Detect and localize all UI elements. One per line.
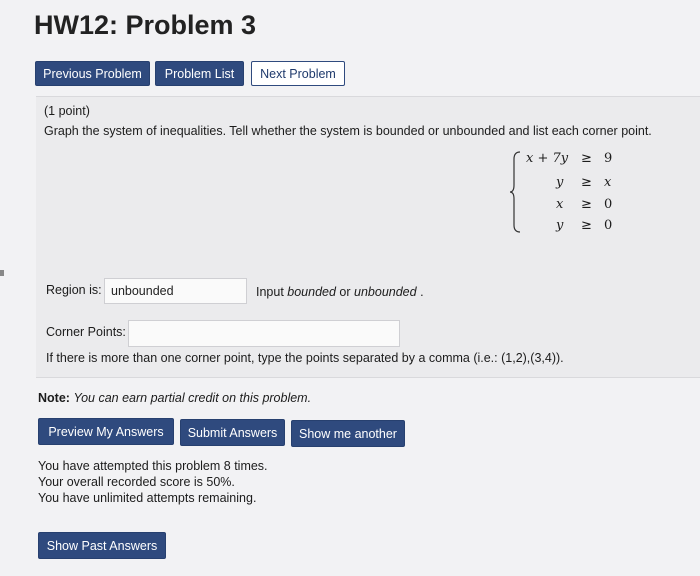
region-label: Region is: (46, 283, 102, 297)
system-row-1-rhs: 9 (604, 151, 613, 166)
system-row-4-rhs: 0 (604, 218, 613, 233)
points-label: (1 point) (44, 104, 90, 118)
region-hint: Input bounded or unbounded . (256, 285, 424, 299)
left-brace-icon (510, 151, 521, 233)
system-row-4-rel: ≥ (581, 218, 592, 233)
region-input[interactable]: unbounded (104, 278, 247, 304)
region-hint-unbounded: unbounded (354, 285, 417, 299)
show-past-answers-button[interactable]: Show Past Answers (38, 532, 166, 559)
corner-points-label: Corner Points: (46, 325, 126, 339)
preview-answers-button[interactable]: Preview My Answers (38, 418, 174, 445)
previous-problem-button[interactable]: Previous Problem (35, 61, 150, 86)
note: Note: You can earn partial credit on thi… (38, 391, 311, 405)
attempts-text: You have attempted this problem 8 times. (38, 459, 268, 473)
system-row-2-rel: ≥ (581, 175, 592, 190)
show-me-another-button[interactable]: Show me another (291, 420, 405, 447)
score-text: Your overall recorded score is 50%. (38, 475, 235, 489)
system-row-2-rhs: x (604, 175, 612, 190)
page-title: HW12: Problem 3 (34, 10, 257, 40)
region-hint-suffix: . (416, 285, 424, 299)
system-row-3-rhs: 0 (604, 197, 613, 212)
remaining-text: You have unlimited attempts remaining. (38, 491, 257, 505)
region-hint-prefix: Input (256, 285, 288, 299)
problem-statement: Graph the system of inequalities. Tell w… (44, 124, 652, 138)
system-row-4-lhs: y (556, 218, 564, 233)
inequality-system: x + 7y ≥ 9 y ≥ x x ≥ 0 y ≥ 0 (506, 147, 626, 235)
system-row-1-rel: ≥ (581, 151, 592, 166)
note-label: Note: (38, 391, 70, 405)
system-row-2-lhs: y (556, 175, 564, 190)
corner-points-hint: If there is more than one corner point, … (46, 351, 564, 365)
note-text: You can earn partial credit on this prob… (73, 391, 312, 405)
edge-marker (0, 270, 4, 276)
system-row-3-lhs: x (556, 197, 564, 212)
region-hint-or: or (335, 285, 355, 299)
submit-answers-button[interactable]: Submit Answers (180, 419, 285, 446)
system-row-1-lhs: x + 7y (526, 151, 569, 166)
system-row-3-rel: ≥ (581, 197, 592, 212)
region-hint-bounded: bounded (287, 285, 336, 299)
problem-list-button[interactable]: Problem List (155, 61, 244, 86)
corner-points-input[interactable] (128, 320, 400, 347)
next-problem-button[interactable]: Next Problem (251, 61, 345, 86)
